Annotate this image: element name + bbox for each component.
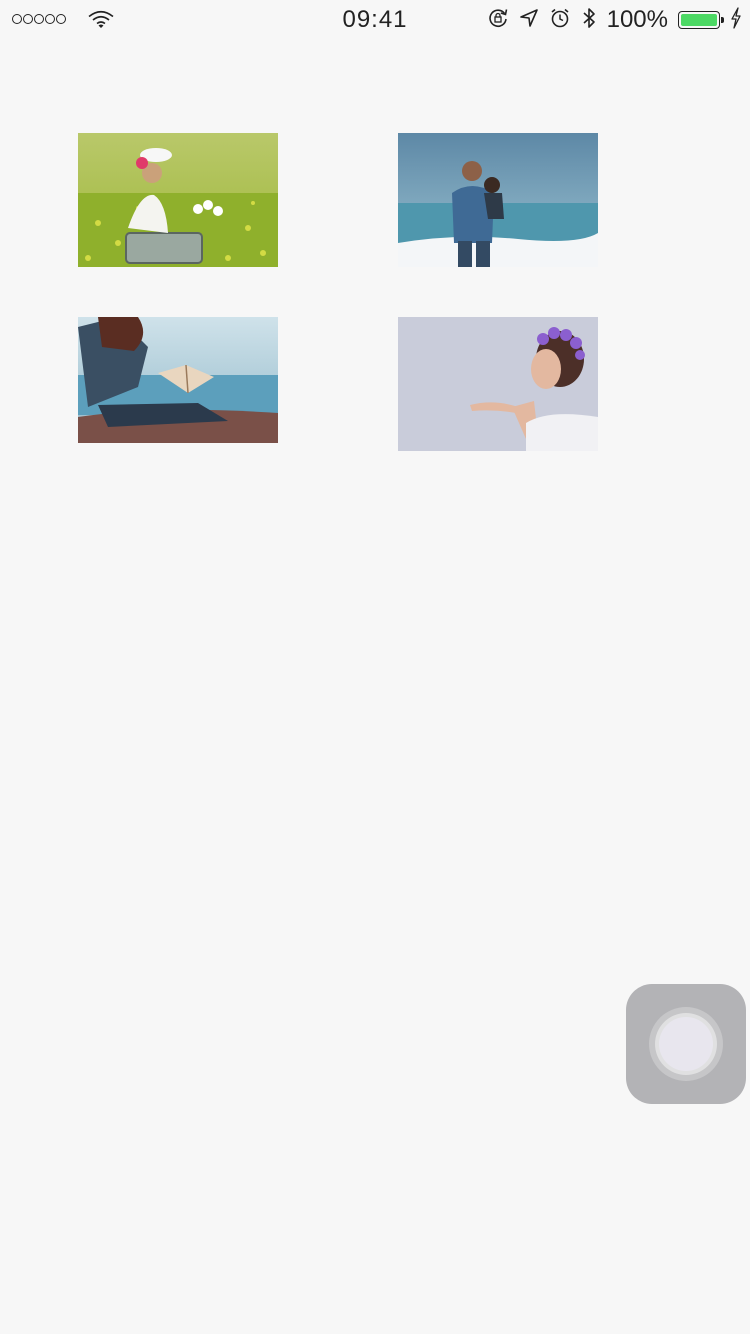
status-indicators: 100% — [487, 6, 742, 34]
bluetooth-icon — [581, 6, 597, 35]
status-bar: 09:41 100% — [0, 0, 750, 40]
photo-thumbnail[interactable] — [78, 133, 278, 267]
alarm-clock-icon — [549, 7, 571, 34]
photo-thumbnail[interactable] — [78, 317, 278, 451]
location-arrow-icon — [519, 8, 539, 33]
charging-bolt-icon — [730, 6, 742, 34]
battery-fill — [681, 14, 717, 26]
battery-percent: 100% — [606, 6, 668, 33]
assistive-touch-icon — [649, 1007, 723, 1081]
photo-thumbnail[interactable] — [398, 133, 598, 267]
assistive-touch-button[interactable] — [626, 984, 746, 1104]
battery-icon — [678, 11, 724, 29]
rotation-lock-icon — [487, 7, 509, 34]
photo-thumbnail[interactable] — [398, 317, 598, 451]
